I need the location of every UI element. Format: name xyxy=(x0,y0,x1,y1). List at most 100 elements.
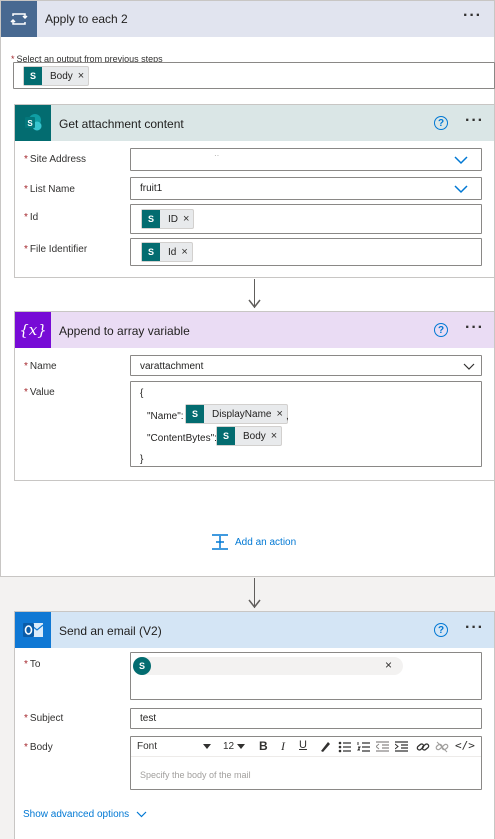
variable-icon: {x} xyxy=(15,312,51,348)
id-token-label: ID xyxy=(168,213,178,225)
outlook-icon xyxy=(15,612,51,648)
highlight-pen-icon[interactable] xyxy=(319,740,331,753)
font-size-value: 12 xyxy=(223,741,235,752)
add-action-label: Add an action xyxy=(235,536,297,548)
chevron-down-icon xyxy=(463,363,475,370)
arrow-down-icon xyxy=(248,299,261,309)
italic-icon[interactable]: I xyxy=(281,739,285,754)
displayname-token[interactable]: S DisplayName × xyxy=(185,404,288,424)
arrow-down-icon xyxy=(248,599,261,609)
help-icon[interactable]: ? xyxy=(434,623,448,637)
more-options-icon[interactable]: ··· xyxy=(465,319,484,337)
list-name-label: * List Name xyxy=(24,184,75,195)
caret-down-icon xyxy=(237,744,245,749)
sharepoint-icon: S xyxy=(186,405,204,423)
body-token-label: Body xyxy=(243,430,266,442)
subject-label: * Subject xyxy=(24,713,64,724)
site-address-value: ·· xyxy=(214,151,220,160)
body-token-label: Body xyxy=(50,70,73,82)
more-options-icon[interactable]: ··· xyxy=(463,7,482,25)
id-token[interactable]: S ID × xyxy=(141,209,195,229)
body-placeholder: Specify the body of the mail xyxy=(140,770,251,780)
id-label: * Id xyxy=(24,212,39,223)
apply-to-each-container: Apply to each 2 ··· * Select an output fr… xyxy=(0,0,495,577)
remove-token-icon[interactable]: × xyxy=(78,70,84,82)
link-icon[interactable] xyxy=(416,741,430,753)
subject-input[interactable]: test xyxy=(130,708,482,729)
append-header[interactable]: {x} Append to array variable ? ··· xyxy=(15,312,494,348)
sharepoint-icon: S xyxy=(24,67,42,85)
recipient-persona[interactable]: S × xyxy=(133,657,403,675)
remove-token-icon[interactable]: × xyxy=(181,246,187,258)
variable-name-dropdown[interactable]: varattachment xyxy=(130,355,482,376)
increase-indent-icon[interactable] xyxy=(395,741,408,753)
show-advanced-options-button[interactable]: Show advanced options xyxy=(23,809,147,820)
sharepoint-icon: S xyxy=(15,105,51,141)
to-field[interactable]: S × xyxy=(130,652,482,700)
file-identifier-token-label: Id xyxy=(168,246,177,258)
bold-icon[interactable]: B xyxy=(259,739,268,753)
file-identifier-label: * File Identifier xyxy=(24,244,88,255)
comma-separator: , xyxy=(286,411,289,422)
decrease-indent-icon[interactable] xyxy=(376,741,389,753)
email-header[interactable]: Send an email (V2) ? ··· xyxy=(15,612,494,648)
file-identifier-field[interactable]: S Id × xyxy=(130,238,482,266)
font-size-select[interactable]: 12 xyxy=(223,739,251,754)
get-attachment-content-card: S Get attachment content ? ··· * Site Add… xyxy=(14,104,495,278)
attachment-header[interactable]: S Get attachment content ? ··· xyxy=(15,105,494,141)
chevron-down-icon xyxy=(454,156,468,165)
close-brace: } xyxy=(140,454,144,465)
apply-to-each-header[interactable]: Apply to each 2 ··· xyxy=(1,1,494,37)
apply-to-each-title: Apply to each 2 xyxy=(45,12,128,26)
bullet-list-icon[interactable] xyxy=(338,741,351,753)
body-label: * Body xyxy=(24,742,53,753)
to-label: * To xyxy=(24,659,41,670)
remove-token-icon[interactable]: × xyxy=(271,430,277,442)
displayname-token-label: DisplayName xyxy=(212,408,272,420)
loop-icon xyxy=(1,1,37,37)
chevron-down-icon xyxy=(136,811,147,818)
file-identifier-token[interactable]: S Id × xyxy=(141,242,193,262)
font-family-value: Font xyxy=(137,741,158,752)
name-key: "Name": xyxy=(147,411,184,422)
remove-recipient-icon[interactable]: × xyxy=(385,658,392,672)
avatar: S xyxy=(133,657,151,675)
code-view-icon[interactable]: </> xyxy=(455,739,475,752)
contentbytes-key: "ContentBytes": xyxy=(147,433,217,444)
variable-name-value: varattachment xyxy=(140,361,204,372)
add-action-icon xyxy=(212,534,228,550)
site-address-dropdown[interactable]: ·· xyxy=(130,148,482,171)
sharepoint-icon: S xyxy=(217,427,235,445)
underline-icon[interactable]: U xyxy=(299,739,307,751)
append-title: Append to array variable xyxy=(59,324,190,338)
unlink-icon[interactable] xyxy=(435,741,449,753)
open-brace: { xyxy=(140,388,144,399)
email-title: Send an email (V2) xyxy=(59,624,162,638)
append-to-array-card: {x} Append to array variable ? ··· * Name… xyxy=(14,311,495,481)
help-icon[interactable]: ? xyxy=(434,116,448,130)
body-editor[interactable]: Font 12 B I U </> Specify the body of th… xyxy=(130,736,482,790)
font-family-select[interactable]: Font xyxy=(137,739,215,754)
svg-text:S: S xyxy=(27,119,33,128)
more-options-icon[interactable]: ··· xyxy=(465,619,484,637)
numbered-list-icon[interactable] xyxy=(357,741,370,753)
body-token[interactable]: S Body × xyxy=(216,426,283,446)
body-token[interactable]: S Body × xyxy=(23,66,90,86)
site-address-label: * Site Address xyxy=(24,154,87,165)
id-field[interactable]: S ID × xyxy=(130,204,482,234)
sharepoint-icon: S xyxy=(142,210,160,228)
subject-value: test xyxy=(140,713,157,724)
sharepoint-icon: S xyxy=(142,243,160,261)
list-name-value: fruit1 xyxy=(140,183,163,194)
value-field[interactable]: { "Name": S DisplayName × , "ContentByte… xyxy=(130,381,482,467)
name-label: * Name xyxy=(24,361,57,372)
add-action-button[interactable]: Add an action xyxy=(211,533,296,551)
caret-down-icon xyxy=(203,744,211,749)
send-email-card: Send an email (V2) ? ··· * To S × * Subjec… xyxy=(14,611,495,839)
list-name-dropdown[interactable]: fruit1 xyxy=(130,177,482,200)
rich-text-toolbar: Font 12 B I U </> xyxy=(131,737,481,757)
remove-token-icon[interactable]: × xyxy=(276,408,282,420)
more-options-icon[interactable]: ··· xyxy=(465,112,484,130)
remove-token-icon[interactable]: × xyxy=(183,213,189,225)
help-icon[interactable]: ? xyxy=(434,323,448,337)
